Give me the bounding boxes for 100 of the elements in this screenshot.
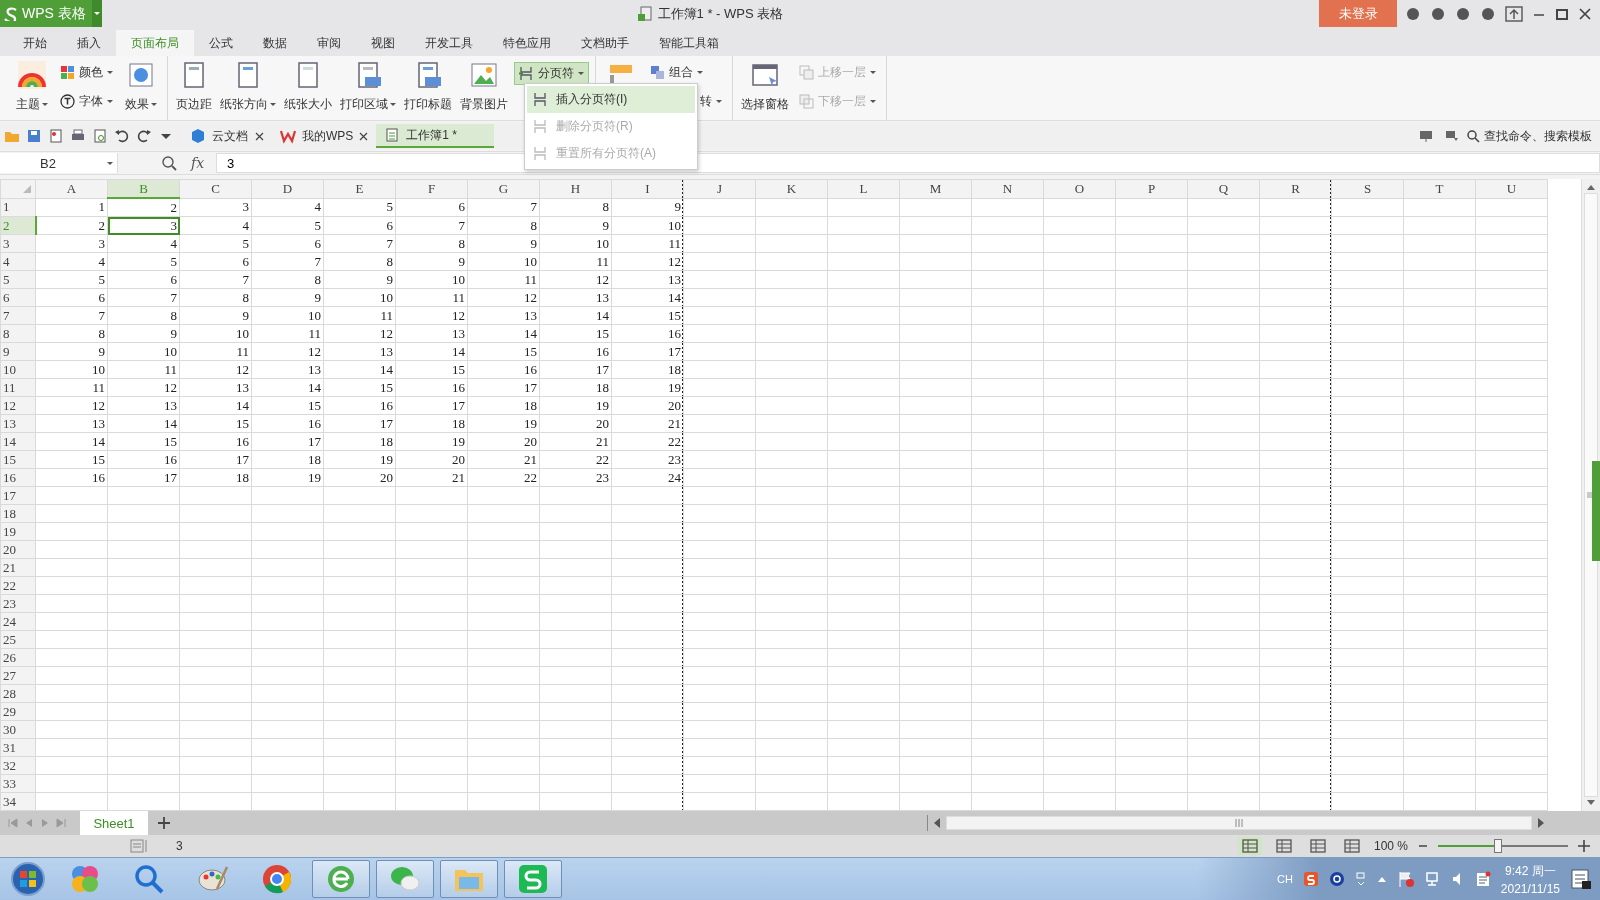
table-cell: 10: [467, 252, 540, 271]
table-cell: 4: [251, 198, 324, 217]
table-cell: 20: [539, 414, 612, 433]
table-cell: 16: [179, 432, 252, 451]
table-cell: 14: [611, 288, 684, 307]
table-cell: 14: [539, 306, 612, 325]
table-cell: 13: [467, 306, 540, 325]
table-cell: 9: [251, 288, 324, 307]
table-cell: 12: [35, 396, 108, 415]
table-cell: 12: [251, 342, 324, 361]
table-cell: 10: [611, 216, 684, 235]
table-cell: 14: [251, 378, 324, 397]
table-cell: 16: [323, 396, 396, 415]
table-cell: 13: [179, 378, 252, 397]
table-cell: 16: [539, 342, 612, 361]
table-cell: 17: [179, 450, 252, 469]
table-cell: 16: [611, 324, 684, 343]
status-value: 3: [175, 839, 183, 853]
table-cell: 19: [323, 450, 396, 469]
table-cell: 6: [107, 270, 180, 289]
zoom-percentage: 100 %: [1373, 839, 1408, 853]
table-cell: 16: [107, 450, 180, 469]
table-cell: 5: [179, 234, 252, 253]
table-cell: 15: [611, 306, 684, 325]
table-cell: 17: [611, 342, 684, 361]
table-cell: 3: [35, 234, 108, 253]
table-cell: 11: [107, 360, 180, 379]
table-cell: 20: [611, 396, 684, 415]
table-cell: 15: [251, 396, 324, 415]
table-cell: 19: [539, 396, 612, 415]
table-cell: 18: [179, 468, 252, 487]
table-cell: 7: [467, 198, 540, 217]
table-cell: 9: [35, 342, 108, 361]
table-cell: 17: [323, 414, 396, 433]
table-cell: 14: [467, 324, 540, 343]
table-cell: 16: [35, 468, 108, 487]
table-cell: 19: [395, 432, 468, 451]
table-cell: 12: [179, 360, 252, 379]
table-cell: 3: [107, 216, 180, 235]
table-cell: 19: [611, 378, 684, 397]
table-cell: 18: [467, 396, 540, 415]
table-cell: 6: [35, 288, 108, 307]
table-cell: 15: [179, 414, 252, 433]
table-cell: 9: [107, 324, 180, 343]
table-cell: 5: [323, 198, 396, 217]
table-cell: 18: [323, 432, 396, 451]
table-cell: 15: [467, 342, 540, 361]
table-cell: 6: [179, 252, 252, 271]
table-cell: 9: [323, 270, 396, 289]
table-cell: 11: [35, 378, 108, 397]
table-cell: 13: [395, 324, 468, 343]
table-cell: 21: [467, 450, 540, 469]
table-cell: 9: [539, 216, 612, 235]
table-cell: 9: [395, 252, 468, 271]
table-cell: 23: [611, 450, 684, 469]
table-cell: 8: [107, 306, 180, 325]
table-cell: 9: [611, 198, 684, 217]
table-cell: 18: [395, 414, 468, 433]
table-cell: 17: [539, 360, 612, 379]
table-cell: 16: [395, 378, 468, 397]
table-cell: 12: [107, 378, 180, 397]
table-cell: 15: [539, 324, 612, 343]
table-cell: 8: [467, 216, 540, 235]
table-cell: 6: [395, 198, 468, 217]
table-cell: 13: [539, 288, 612, 307]
table-cell: 10: [107, 342, 180, 361]
table-cell: 11: [323, 306, 396, 325]
table-cell: 16: [251, 414, 324, 433]
table-cell: 14: [107, 414, 180, 433]
table-cell: 19: [467, 414, 540, 433]
table-cell: 18: [539, 378, 612, 397]
table-cell: 5: [107, 252, 180, 271]
table-cell: 22: [539, 450, 612, 469]
table-cell: 11: [539, 252, 612, 271]
table-cell: 11: [395, 288, 468, 307]
table-cell: 8: [251, 270, 324, 289]
table-cell: 17: [395, 396, 468, 415]
table-cell: 20: [323, 468, 396, 487]
table-cell: 7: [395, 216, 468, 235]
table-cell: 10: [395, 270, 468, 289]
table-cell: 14: [179, 396, 252, 415]
table-cell: 9: [179, 306, 252, 325]
table-cell: 11: [179, 342, 252, 361]
table-cell: 10: [35, 360, 108, 379]
table-cell: 24: [611, 468, 684, 487]
table-cell: 18: [251, 450, 324, 469]
table-cell: 15: [35, 450, 108, 469]
table-cell: 2: [35, 216, 108, 235]
table-cell: 9: [467, 234, 540, 253]
table-cell: 10: [323, 288, 396, 307]
table-cell: 3: [179, 198, 252, 217]
table-cell: 10: [251, 306, 324, 325]
table-cell: 21: [611, 414, 684, 433]
table-cell: 7: [323, 234, 396, 253]
table-cell: 13: [107, 396, 180, 415]
table-cell: 16: [467, 360, 540, 379]
table-cell: 4: [179, 216, 252, 235]
table-cell: 21: [395, 468, 468, 487]
table-cell: 12: [611, 252, 684, 271]
table-cell: 20: [395, 450, 468, 469]
